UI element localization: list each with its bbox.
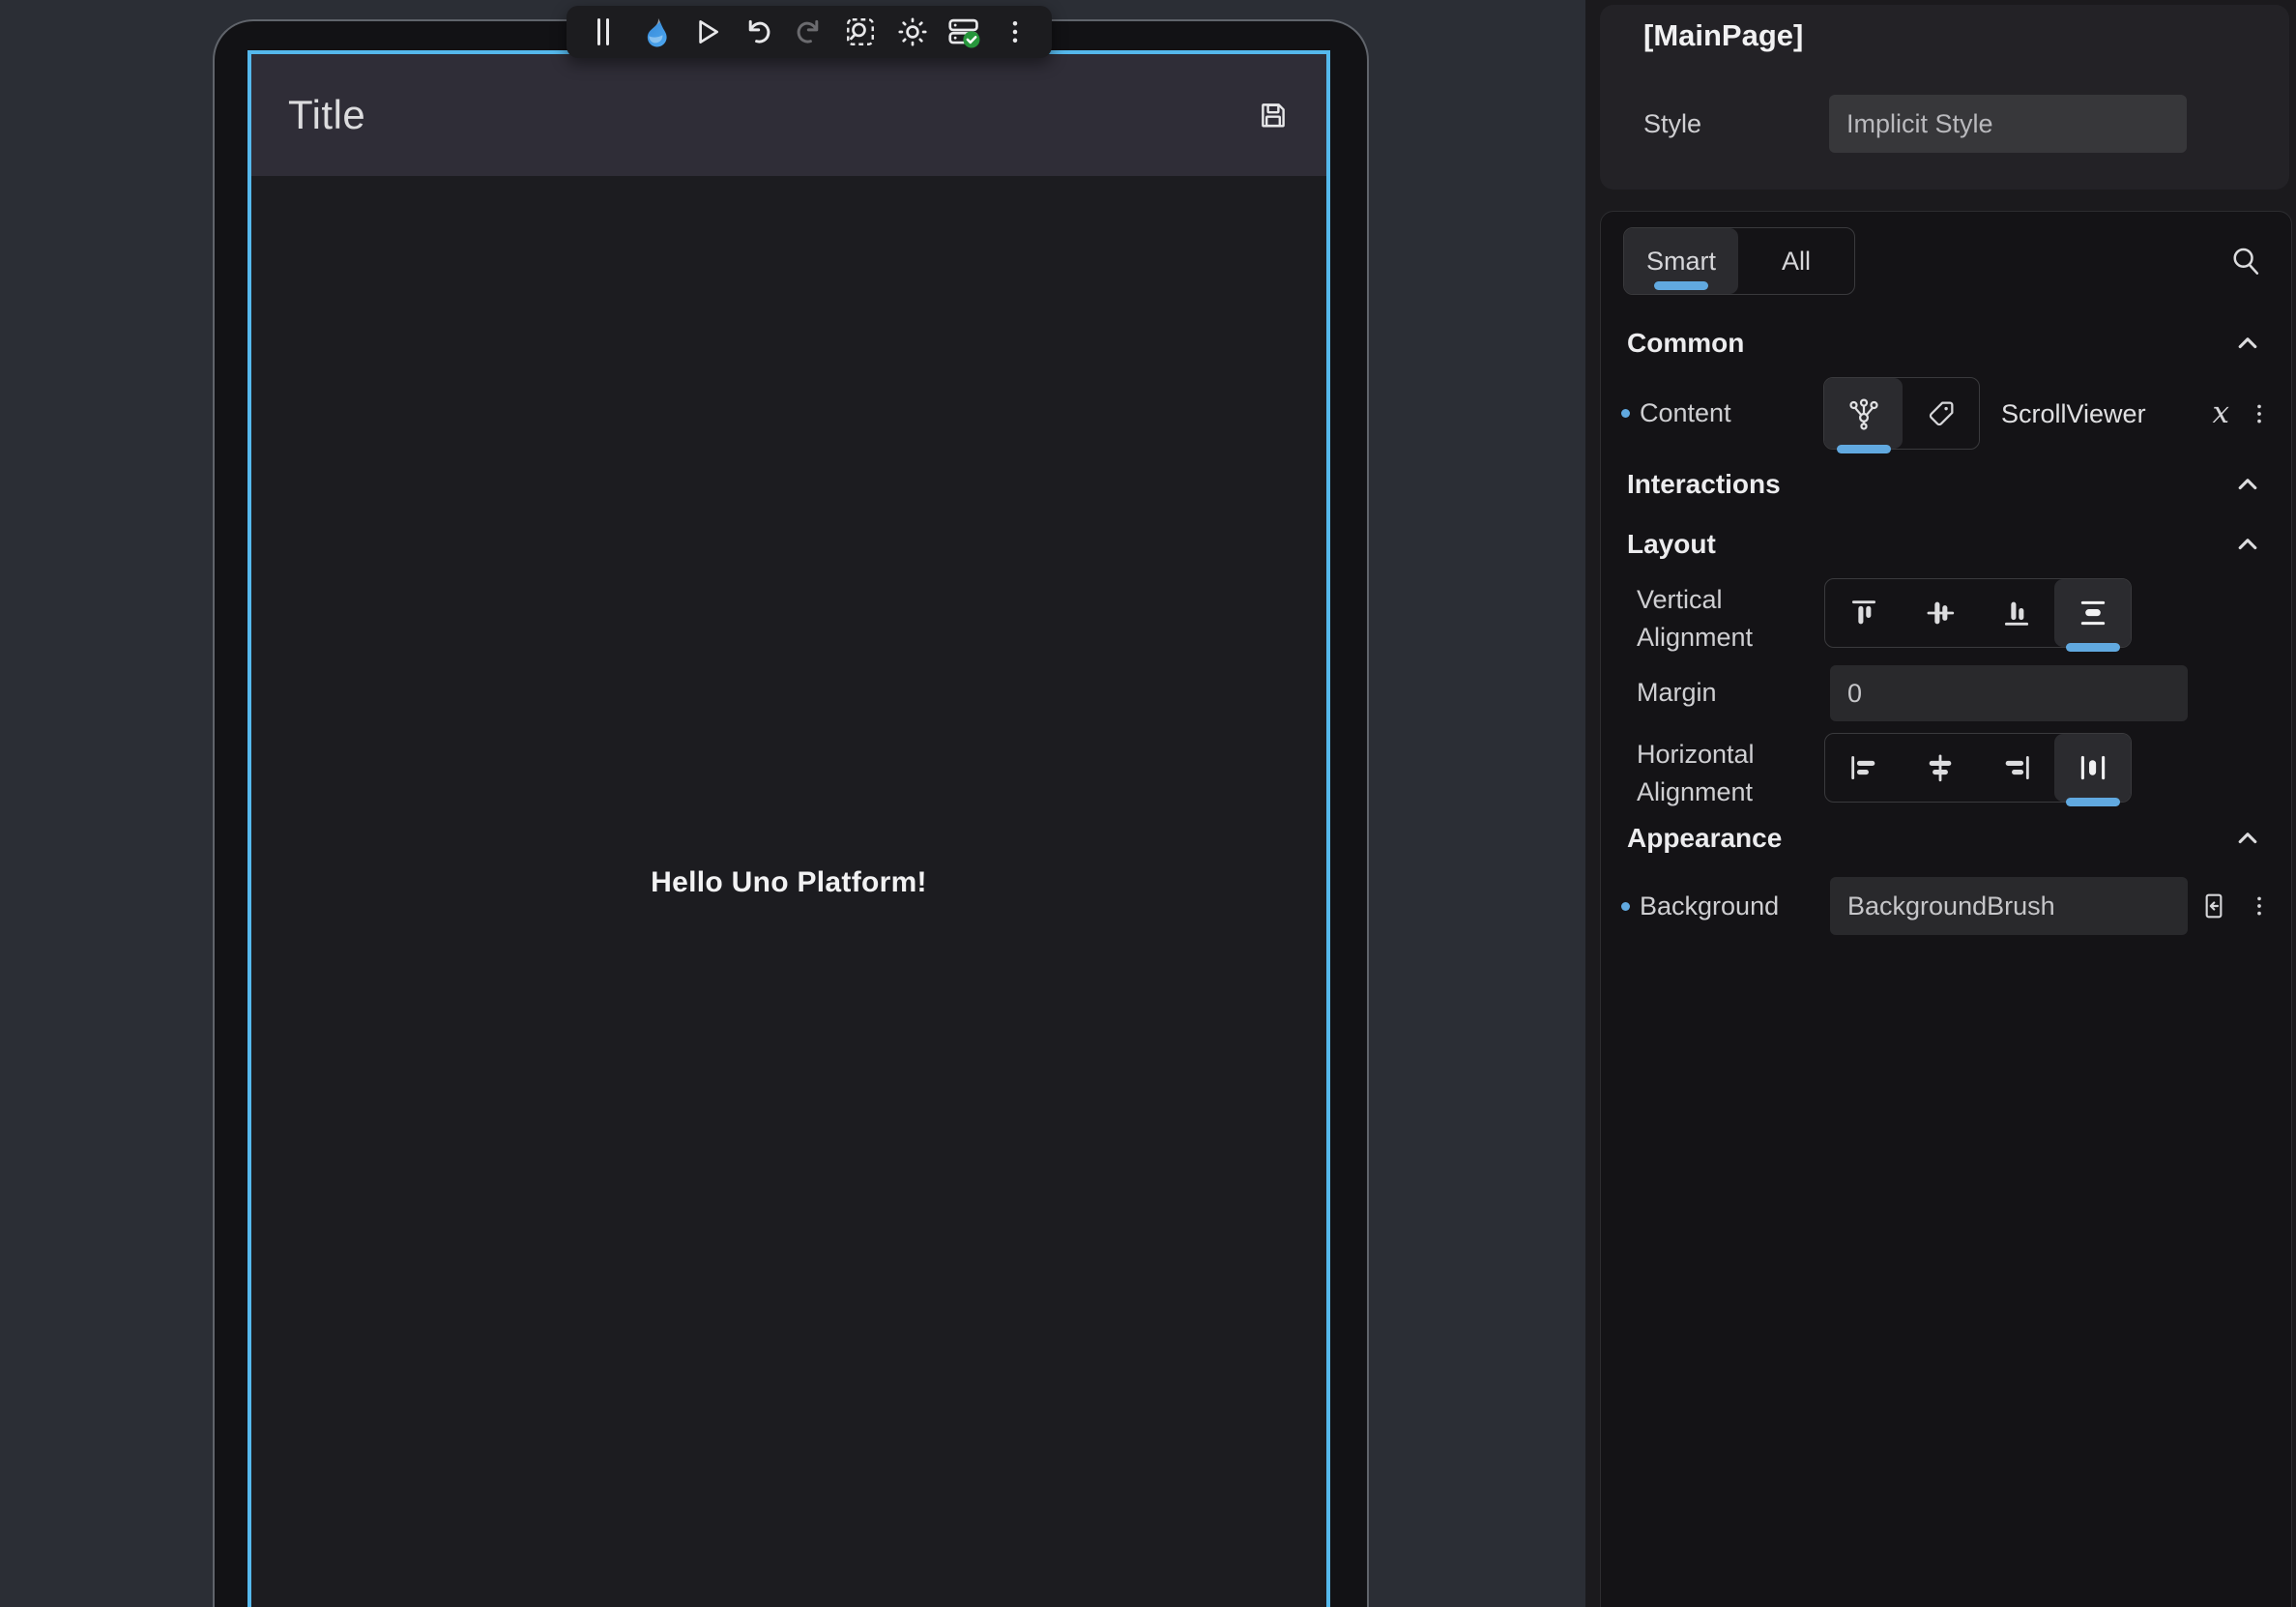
app-preview[interactable]: Title Hello Uno Platform! [247,50,1330,1607]
margin-value: 0 [1847,679,1862,709]
selected-element-title: [MainPage] [1643,18,1803,53]
background-label: Background [1640,891,1779,921]
modified-dot [1621,902,1630,911]
margin-input[interactable]: 0 [1830,665,2188,721]
search-icon[interactable] [2227,243,2264,279]
vertical-alignment-row: Vertical Alignment [1601,578,2293,651]
horizontal-alignment-group [1824,733,2132,803]
content-label: Content [1640,398,1731,428]
background-input[interactable]: BackgroundBrush [1830,877,2188,935]
more-menu-icon[interactable] [994,11,1036,53]
app-navigation-bar[interactable]: Title [251,54,1326,176]
play-icon[interactable] [685,11,728,53]
align-bottom-icon [2000,597,2033,629]
align-right-icon [2000,751,2033,784]
horizontal-alignment-label: Horizontal Alignment [1637,736,1767,811]
align-vertical-center-icon [1924,597,1957,629]
section-common[interactable]: Common [1627,324,2264,363]
active-alignment-indicator [2066,798,2120,806]
kebab-menu-icon[interactable] [2247,893,2272,919]
grip-handle-icon[interactable] [582,11,625,53]
property-inspector-panel: [MainPage] Style Implicit Style Smart Al… [1585,0,2296,1607]
section-interactions[interactable]: Interactions [1627,465,2264,504]
halign-right-button[interactable] [1978,734,2054,802]
hot-design-window: Title Hello Uno Platform! [0,0,2296,1607]
vertical-alignment-group [1824,578,2132,648]
active-alignment-indicator [2066,643,2120,652]
content-mode-tag[interactable] [1903,378,1979,449]
content-mode-toggle [1823,377,1980,450]
stretch-vertical-icon [2077,597,2109,629]
valign-stretch-button[interactable] [2054,579,2131,647]
background-value: BackgroundBrush [1847,891,2055,921]
device-frame: Title Hello Uno Platform! [213,19,1369,1607]
stretch-horizontal-icon [2077,751,2109,784]
modified-dot [1621,409,1630,418]
kebab-menu-icon[interactable] [2247,401,2272,426]
align-left-icon [1847,751,1880,784]
server-status-icon[interactable] [943,11,985,53]
save-icon[interactable] [1257,99,1290,131]
theme-sun-icon[interactable] [891,11,934,53]
chevron-up-icon [2231,468,2264,501]
tag-icon [1925,397,1958,430]
tab-all[interactable]: All [1738,228,1854,294]
content-value: ScrollViewer [2001,399,2146,429]
control-tree-icon [1846,396,1881,431]
align-top-icon [1847,597,1880,629]
app-title: Title [288,92,365,138]
halign-center-button[interactable] [1902,734,1978,802]
properties-card: Smart All Common [1600,211,2292,1607]
style-input[interactable]: Implicit Style [1829,95,2187,153]
halign-stretch-button[interactable] [2054,734,2131,802]
style-label: Style [1643,109,1701,139]
valign-center-button[interactable] [1902,579,1978,647]
margin-label: Margin [1637,678,1717,708]
active-tab-indicator [1654,281,1708,290]
redo-icon[interactable] [788,11,830,53]
hello-text: Hello Uno Platform! [251,866,1326,899]
vertical-alignment-label: Vertical Alignment [1637,581,1767,657]
valign-top-button[interactable] [1825,579,1902,647]
property-tabs: Smart All [1623,227,1855,295]
align-horizontal-center-icon [1924,751,1957,784]
active-mode-indicator [1837,445,1891,453]
style-value: Implicit Style [1846,109,1993,139]
undo-icon[interactable] [737,11,779,53]
script-x-icon[interactable]: x [2213,398,2229,428]
background-row: Background BackgroundBrush [1601,877,2293,935]
valign-bottom-button[interactable] [1978,579,2054,647]
chevron-up-icon [2231,822,2264,855]
hot-design-toolbar [567,6,1052,58]
horizontal-alignment-row: Horizontal Alignment [1601,733,2293,805]
section-appearance[interactable]: Appearance [1627,819,2264,858]
content-mode-control-tree[interactable] [1824,378,1903,449]
section-layout[interactable]: Layout [1627,525,2264,564]
element-inspect-icon[interactable] [839,11,882,53]
chevron-up-icon [2231,327,2264,360]
tab-smart[interactable]: Smart [1624,228,1738,294]
hot-reload-flame-icon[interactable] [633,11,676,53]
halign-left-button[interactable] [1825,734,1902,802]
margin-row: Margin 0 [1601,665,2293,721]
selection-header-card: [MainPage] Style Implicit Style [1600,5,2289,190]
document-import-icon[interactable] [2198,891,2229,921]
content-row: Content [1601,377,2293,450]
chevron-up-icon [2231,528,2264,561]
